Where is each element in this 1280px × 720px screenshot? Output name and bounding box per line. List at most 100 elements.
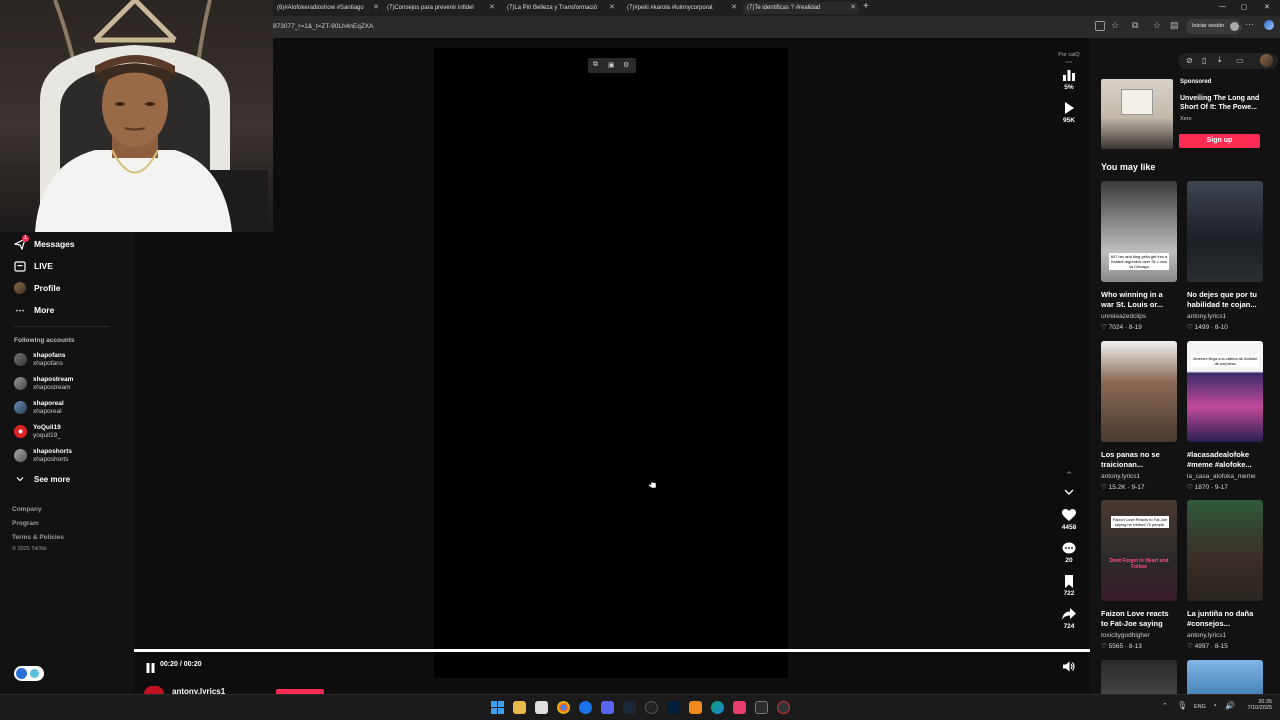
discord-icon[interactable]: [601, 701, 614, 714]
sidebar-item-live[interactable]: LIVE: [14, 259, 53, 273]
progress-bar[interactable]: [134, 649, 1090, 652]
following-account[interactable]: xhapofans xhapofans: [14, 350, 124, 370]
sidebar-item-more[interactable]: ⋯ More: [14, 303, 55, 317]
more-options-icon[interactable]: ⋯: [1245, 19, 1254, 30]
close-icon[interactable]: ✕: [731, 2, 737, 14]
language-indicator[interactable]: ENG: [1194, 704, 1206, 710]
chevron-up-icon[interactable]: ⌃: [1162, 702, 1168, 710]
following-account[interactable]: xhaporeal xhaporeal: [14, 398, 124, 418]
sidebar-item-profile[interactable]: Profile: [14, 281, 60, 295]
following-account[interactable]: xhaposhorts xhaposhorts: [14, 446, 124, 466]
video-card[interactable]: Jimenez llega a la cabina de Alofoke de …: [1187, 341, 1263, 491]
tiktok-app-icon[interactable]: [733, 701, 746, 714]
calendar-app-icon[interactable]: [535, 701, 548, 714]
photoshop-icon[interactable]: [667, 701, 680, 714]
sidebar-item-messages[interactable]: Messages 1: [14, 235, 75, 251]
video-player[interactable]: ⧉ ▣ ⚙ Por calQ ⋯ 5% 95K ⌃ 4458 20 722 72…: [134, 38, 1090, 694]
next-video-button[interactable]: [1060, 488, 1078, 498]
separator: ·: [1124, 324, 1128, 331]
stats-button[interactable]: 5%: [1060, 68, 1078, 91]
copilot-icon[interactable]: [1264, 20, 1274, 30]
footer-link-company[interactable]: Company: [12, 506, 42, 513]
notification-badge: 1: [22, 235, 29, 242]
windows-start-icon[interactable]: [491, 701, 504, 714]
like-button[interactable]: 4458: [1060, 509, 1078, 531]
video-card-likes: 1870: [1194, 484, 1210, 491]
steam-icon[interactable]: [623, 701, 636, 714]
microphone-icon[interactable]: 🎙: [1177, 701, 1187, 710]
volume-icon[interactable]: 🔊: [1225, 701, 1235, 710]
sponsored-title[interactable]: Unveiling The Long and Short Of It: The …: [1180, 94, 1270, 112]
app-icon[interactable]: [755, 701, 768, 714]
tiktok-sidebar: Messages 1 LIVE Profile ⋯ More Following…: [0, 232, 134, 694]
video-frame[interactable]: [434, 48, 788, 678]
following-account[interactable]: xhapostream xhapostream: [14, 374, 124, 394]
video-thumbnail[interactable]: [1101, 660, 1177, 694]
get-app-toggle[interactable]: [14, 666, 44, 681]
pause-icon[interactable]: [146, 660, 155, 678]
browser-tab[interactable]: (7)La Piri Belleza y Transformació ✕: [503, 2, 617, 14]
close-window-icon[interactable]: ✕: [1264, 3, 1270, 11]
video-card[interactable]: 607.rec and king yella get into a heated…: [1101, 181, 1177, 331]
browser-tab-active[interactable]: (7)Te identificas ? #realidad ✕: [743, 2, 858, 14]
settings-app-icon[interactable]: [777, 701, 790, 714]
extensions-icon[interactable]: ⧉: [1132, 20, 1138, 31]
share-button[interactable]: 724: [1060, 608, 1078, 630]
separator: ·: [1210, 484, 1214, 491]
maximize-icon[interactable]: ▢: [1241, 3, 1248, 11]
picture-in-picture-icon[interactable]: ⧉: [593, 61, 598, 69]
chevron-up-icon[interactable]: ⌃: [1060, 470, 1078, 481]
signin-button[interactable]: Iniciar sesión: [1186, 19, 1243, 34]
footer-link-program[interactable]: Program: [12, 520, 39, 527]
new-tab-icon[interactable]: +: [863, 1, 869, 12]
footer-link-terms[interactable]: Terms & Policies: [12, 534, 64, 541]
download-icon[interactable]: ⤓: [1218, 55, 1222, 65]
sign-up-button[interactable]: Sign up: [1179, 134, 1260, 148]
clock[interactable]: 20:35 7/10/2025: [1242, 699, 1272, 711]
sponsored-thumbnail[interactable]: [1101, 79, 1173, 149]
vlc-icon[interactable]: [689, 701, 702, 714]
video-card[interactable]: No dejes que por tu habilidad te cojan..…: [1187, 181, 1263, 331]
collections-icon[interactable]: ▤: [1170, 20, 1179, 31]
comment-button[interactable]: 20: [1060, 542, 1078, 564]
thumbnail-caption: 607.rec and king yella get into a heated…: [1109, 253, 1169, 270]
save-button[interactable]: 722: [1060, 575, 1078, 597]
video-card[interactable]: Los panas no se traicionan... antony.lyr…: [1101, 341, 1177, 491]
browser-tab[interactable]: (6)#Alofokeradioshow #Santiago ✕: [273, 2, 381, 14]
favorites-icon[interactable]: ☆: [1153, 20, 1161, 31]
close-icon[interactable]: ✕: [609, 2, 615, 14]
url-text[interactable]: 873077_r=1&_t=ZT-90Lh4nEqZXA: [273, 23, 373, 30]
author-name[interactable]: antony.lyrics1: [172, 687, 225, 694]
edge-icon[interactable]: [711, 701, 724, 714]
wifi-icon[interactable]: ◔: [1212, 701, 1217, 710]
obs-icon[interactable]: [645, 701, 658, 714]
volume-icon[interactable]: [1063, 659, 1075, 677]
video-card[interactable]: La juntiña no daña #consejos... antony.l…: [1187, 500, 1263, 650]
browser-tab[interactable]: (7)Consejos para prevenir infidel ✕: [383, 2, 497, 14]
browser-app-icon[interactable]: [579, 701, 592, 714]
avatar: [14, 377, 27, 390]
chrome-icon[interactable]: [557, 701, 570, 714]
author-avatar[interactable]: [144, 686, 164, 694]
following-account[interactable]: YoQuil19 yoquil19_: [14, 422, 124, 442]
video-card-date: 8-15: [1214, 643, 1228, 650]
avatar[interactable]: [1260, 54, 1273, 67]
menu-dots-icon[interactable]: ⋯: [1060, 58, 1078, 66]
file-explorer-icon[interactable]: [513, 701, 526, 714]
close-icon[interactable]: ✕: [850, 2, 856, 14]
inbox-icon[interactable]: ▭: [1236, 56, 1244, 65]
settings-icon[interactable]: ⚙: [623, 61, 629, 69]
plays-button[interactable]: 95K: [1060, 101, 1078, 124]
video-thumbnail[interactable]: [1187, 660, 1263, 694]
close-icon[interactable]: ✕: [373, 2, 379, 14]
compass-icon[interactable]: ⊘: [1186, 56, 1193, 65]
video-card[interactable]: Faizon Love Reacts to Fat-Joe saying he …: [1101, 500, 1177, 650]
install-app-icon[interactable]: [1095, 21, 1105, 31]
screen-icon[interactable]: ▣: [608, 61, 615, 69]
minimize-icon[interactable]: —: [1219, 3, 1226, 10]
close-icon[interactable]: ✕: [489, 2, 495, 14]
star-icon[interactable]: ☆: [1111, 20, 1119, 31]
see-more-button[interactable]: See more: [14, 472, 70, 486]
browser-tab[interactable]: (7)#peki #karola #luinnycorporat ✕: [623, 2, 739, 14]
phone-icon[interactable]: ▯: [1202, 56, 1206, 65]
